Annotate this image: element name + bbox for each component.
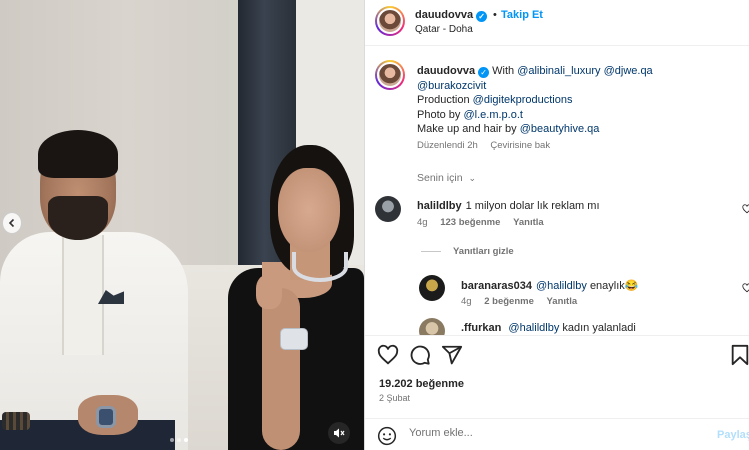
diamond-necklace bbox=[292, 252, 348, 282]
comment-text: .ffurkan @halildlby kadın yalanladi bbox=[461, 322, 636, 334]
comment-body: enaylık😂 bbox=[589, 280, 639, 292]
comment-body: kadın yalanladi bbox=[562, 322, 636, 334]
diamond-cuff bbox=[280, 328, 308, 350]
instagram-post-view: dauudovva ✓ • Takip Et Qatar - Doha dauud… bbox=[0, 0, 749, 450]
mention-link[interactable]: @halildlby bbox=[536, 280, 587, 292]
comment-icon[interactable] bbox=[409, 344, 431, 366]
hide-replies-label: Yanıtları gizle bbox=[453, 246, 514, 257]
post-date: 2 Şubat bbox=[379, 393, 411, 403]
location-link[interactable]: Qatar - Doha bbox=[415, 24, 473, 35]
man-shirt bbox=[62, 235, 104, 355]
woman-face bbox=[278, 168, 340, 252]
caption-makeup-label: Make up and hair by bbox=[417, 123, 517, 135]
hide-replies-button[interactable]: Yanıtları gizle bbox=[421, 246, 514, 257]
caption-line: Production @digitekproductions bbox=[417, 93, 747, 108]
add-comment-bar: Paylaş bbox=[365, 418, 749, 450]
comment-like-icon[interactable] bbox=[742, 283, 749, 293]
avatar-image bbox=[377, 62, 403, 88]
author-username[interactable]: dauudovva ✓ bbox=[415, 9, 488, 22]
share-icon[interactable] bbox=[441, 344, 463, 366]
comment-likes[interactable]: 2 beğenme bbox=[484, 296, 534, 307]
comment-like-icon[interactable] bbox=[742, 204, 749, 214]
comment-text: halildlby 1 milyon dolar lık reklam mı bbox=[417, 200, 600, 212]
follow-button[interactable]: Takip Et bbox=[501, 9, 543, 21]
carousel-dot bbox=[177, 438, 181, 442]
man-beard bbox=[48, 196, 108, 240]
action-bar bbox=[365, 335, 749, 371]
comment-time: 4g bbox=[461, 296, 472, 307]
sort-label: Senin için bbox=[417, 172, 463, 184]
comment-body: 1 milyon dolar lık reklam mı bbox=[465, 200, 600, 212]
author-username-text[interactable]: dauudovva bbox=[415, 9, 473, 21]
comment-text: baranaras034 @halildlby enaylık😂 bbox=[461, 279, 639, 292]
post-sidebar: dauudovva ✓ • Takip Et Qatar - Doha dauud… bbox=[364, 0, 749, 450]
caption-photo-label: Photo by bbox=[417, 108, 461, 121]
carousel-dot bbox=[170, 438, 174, 442]
heart-icon[interactable] bbox=[377, 344, 399, 366]
mention-link[interactable]: @djwe.qa bbox=[604, 65, 653, 77]
comment-input[interactable] bbox=[409, 427, 699, 439]
comment-username[interactable]: baranaras034 bbox=[461, 280, 532, 292]
reply-item: baranaras034 @halildlby enaylık😂 4g 2 beğ… bbox=[419, 275, 749, 315]
comment-avatar[interactable] bbox=[375, 196, 401, 222]
carousel-prev-button[interactable] bbox=[2, 212, 22, 234]
chevron-down-icon: ⌄ bbox=[468, 173, 477, 183]
comment-time: 4g bbox=[417, 217, 428, 228]
caption-line: Photo by @l.e.m.p.o.t bbox=[417, 108, 747, 123]
emoji-icon[interactable] bbox=[377, 426, 397, 446]
replies-divider bbox=[421, 250, 441, 252]
woman-arm bbox=[262, 288, 300, 450]
verified-icon: ✓ bbox=[476, 11, 488, 22]
bracelet bbox=[2, 412, 30, 430]
comment-item: halildlby 1 milyon dolar lık reklam mı 4g… bbox=[375, 196, 749, 236]
avatar-image bbox=[377, 8, 403, 34]
author-avatar[interactable] bbox=[375, 6, 405, 36]
comment-username[interactable]: .ffurkan bbox=[461, 322, 501, 334]
comment-meta: 4g 123 beğenme Yanıtla bbox=[417, 217, 544, 228]
caption-line: Make up and hair by @beautyhive.qa bbox=[417, 122, 747, 137]
bookmark-icon[interactable] bbox=[729, 344, 749, 366]
caption-time[interactable]: 2h bbox=[467, 140, 478, 151]
mention-link[interactable]: @l.e.m.p.o.t bbox=[463, 109, 522, 121]
caption-with: With bbox=[492, 65, 515, 77]
comment-username[interactable]: halildlby bbox=[417, 200, 462, 212]
reply-button[interactable]: Yanıtla bbox=[513, 217, 544, 228]
post-media[interactable] bbox=[0, 0, 364, 450]
caption-production-label: Production bbox=[417, 94, 470, 106]
comment-meta: 4g 2 beğenme Yanıtla bbox=[461, 296, 577, 307]
verified-icon: ✓ bbox=[478, 67, 490, 78]
like-count[interactable]: 19.202 beğenme bbox=[379, 378, 464, 390]
mention-link[interactable]: @alibinali_luxury bbox=[517, 65, 600, 77]
carousel-dot-active bbox=[184, 438, 188, 442]
mute-button[interactable] bbox=[328, 422, 350, 444]
edited-label: Düzenlendi bbox=[417, 140, 465, 151]
caption-line: dauudovva ✓ With @alibinali_luxury @djwe.… bbox=[417, 64, 747, 79]
translate-link[interactable]: Çevirisine bak bbox=[490, 140, 550, 151]
mention-link[interactable]: @digitekproductions bbox=[473, 94, 573, 106]
mention-link[interactable]: @burakozcivit bbox=[417, 80, 486, 92]
caption-text: dauudovva ✓ With @alibinali_luxury @djwe.… bbox=[417, 64, 747, 137]
header-separator: • bbox=[493, 9, 497, 21]
comment-avatar[interactable] bbox=[419, 275, 445, 301]
wristwatch bbox=[96, 406, 116, 428]
post-header: dauudovva ✓ • Takip Et Qatar - Doha bbox=[365, 0, 749, 46]
chevron-left-icon bbox=[8, 218, 15, 228]
caption-username[interactable]: dauudovva bbox=[417, 65, 475, 77]
reply-button[interactable]: Yanıtla bbox=[547, 296, 578, 307]
caption-avatar[interactable] bbox=[375, 60, 405, 90]
post-comment-button[interactable]: Paylaş bbox=[717, 429, 749, 441]
mute-icon bbox=[334, 428, 345, 438]
carousel-indicator bbox=[170, 438, 188, 442]
man-hair bbox=[38, 130, 118, 178]
comment-likes[interactable]: 123 beğenme bbox=[440, 217, 500, 228]
caption-line: @burakozcivit bbox=[417, 79, 747, 94]
mention-link[interactable]: @halildlby bbox=[508, 322, 559, 334]
comment-sort-dropdown[interactable]: Senin için ⌄ bbox=[417, 172, 476, 184]
woman-hand bbox=[256, 275, 282, 309]
caption-meta: Düzenlendi 2h Çevirisine bak bbox=[417, 140, 550, 151]
mention-link[interactable]: @beautyhive.qa bbox=[520, 123, 600, 135]
